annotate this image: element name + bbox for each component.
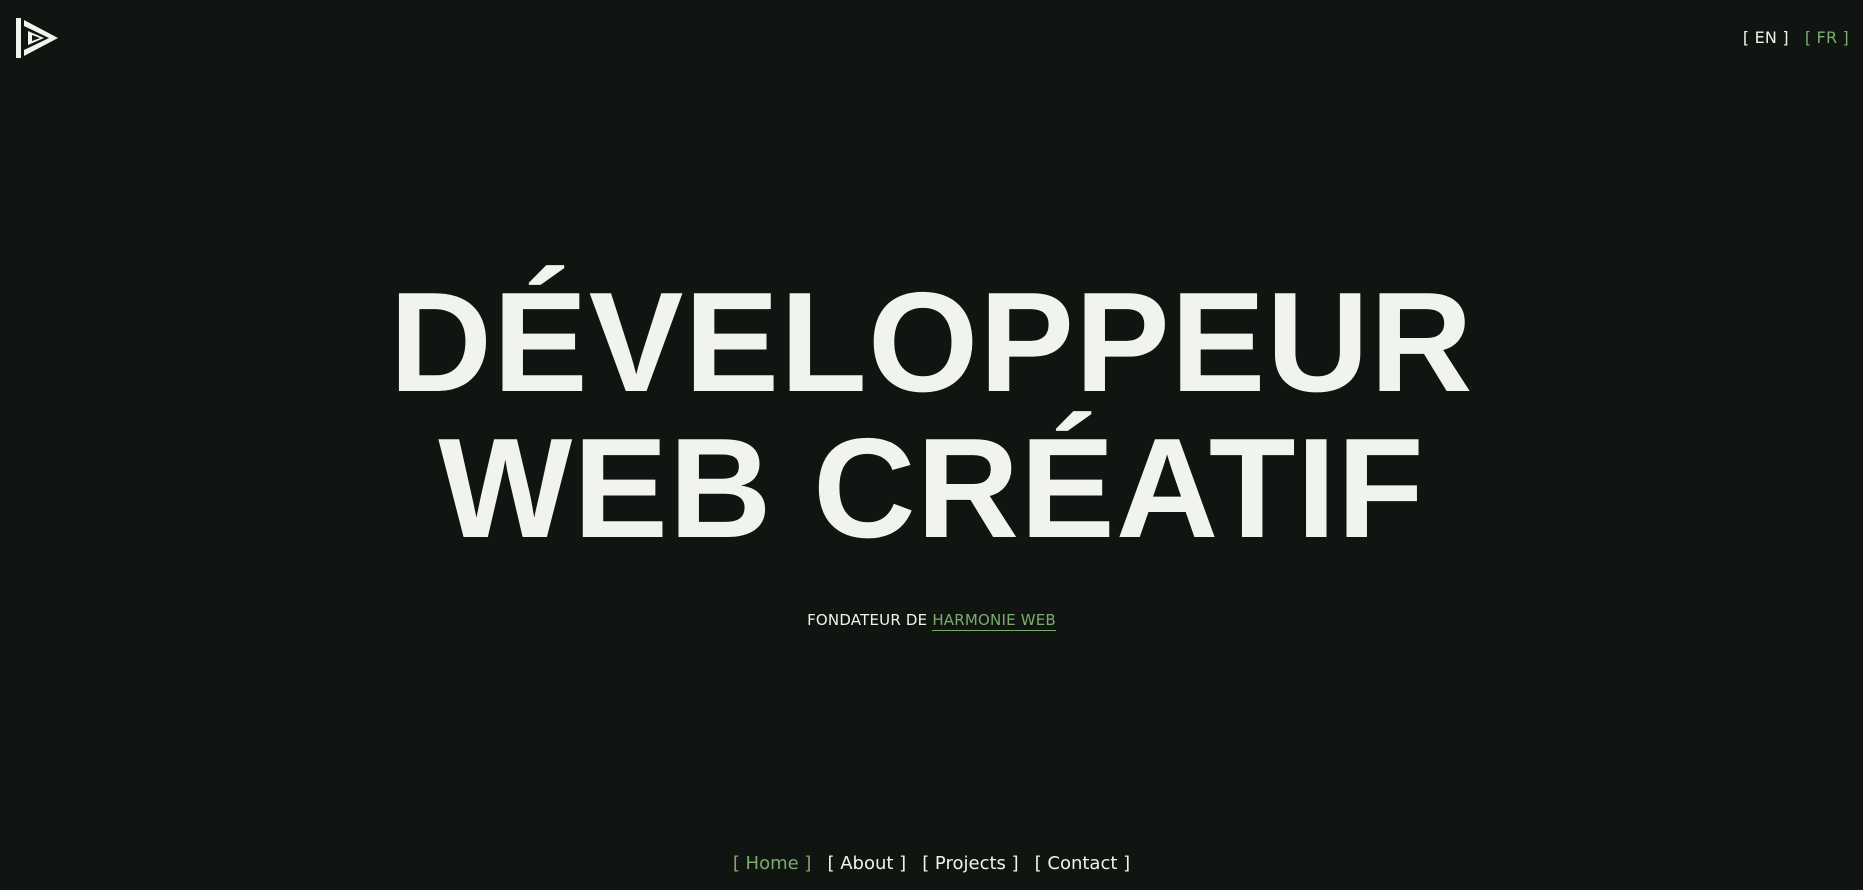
subtitle: FONDATEUR DE HARMONIE WEB — [0, 610, 1863, 631]
hero-title-line-2: WEB CRÉATIF — [438, 409, 1425, 568]
hero-title-line-1: DÉVELOPPEUR — [389, 263, 1474, 422]
page: [ EN ] [ FR ] DÉVELOPPEUR WEB CRÉATIF FO… — [0, 0, 1863, 890]
hero: DÉVELOPPEUR WEB CRÉATIF — [0, 270, 1863, 562]
nav-item-projects[interactable]: [ Projects ] — [922, 852, 1018, 876]
hero-title: DÉVELOPPEUR WEB CRÉATIF — [0, 270, 1863, 562]
nav-item-contact[interactable]: [ Contact ] — [1035, 852, 1131, 876]
language-en-link[interactable]: [ EN ] — [1743, 27, 1789, 49]
language-switcher: [ EN ] [ FR ] — [1743, 27, 1849, 49]
subtitle-prefix: FONDATEUR DE — [807, 611, 928, 629]
nav-item-home[interactable]: [ Home ] — [733, 852, 812, 876]
nav-item-about[interactable]: [ About ] — [827, 852, 906, 876]
harmonie-web-link[interactable]: HARMONIE WEB — [932, 611, 1056, 631]
bottom-navigation: [ Home ] [ About ] [ Projects ] [ Contac… — [0, 852, 1863, 876]
language-fr-link[interactable]: [ FR ] — [1805, 27, 1849, 49]
play-triangle-logo-icon[interactable] — [16, 16, 60, 60]
